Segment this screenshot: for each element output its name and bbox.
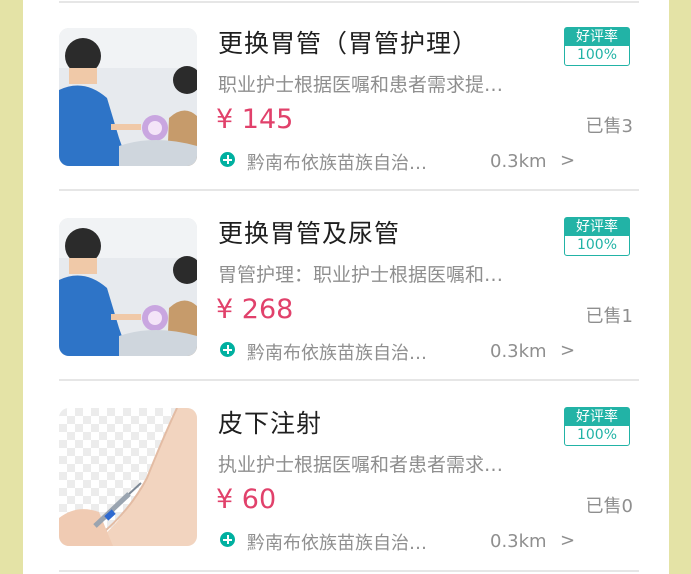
location-plus-icon xyxy=(220,152,235,167)
rating-badge-value: 100% xyxy=(576,237,618,253)
service-description: 职业护士根据医嘱和患者需求提… xyxy=(218,74,504,96)
service-description: 胃管护理：职业护士根据医嘱和… xyxy=(218,264,504,286)
rating-badge-label: 好评率 xyxy=(565,28,629,46)
service-title[interactable]: 皮下注射 xyxy=(218,404,322,440)
rating-badge: 好评率 100% xyxy=(564,407,630,446)
service-thumbnail[interactable] xyxy=(59,28,197,166)
service-distance: 0.3km xyxy=(490,151,547,172)
service-distance: 0.3km xyxy=(490,341,547,362)
service-price: ¥ 60 xyxy=(216,484,277,515)
divider xyxy=(59,570,639,572)
location-plus-icon xyxy=(220,342,235,357)
chevron-right-icon[interactable]: > xyxy=(560,340,575,361)
service-price: ¥ 145 xyxy=(216,104,294,135)
rating-badge-value: 100% xyxy=(576,427,618,443)
rating-badge-value: 100% xyxy=(576,47,618,63)
location-plus-icon xyxy=(220,532,235,547)
rating-badge-label: 好评率 xyxy=(565,218,629,236)
rating-badge-label: 好评率 xyxy=(565,408,629,426)
chevron-right-icon[interactable]: > xyxy=(560,150,575,171)
service-title[interactable]: 更换胃管及尿管 xyxy=(218,214,400,250)
service-location: 黔南布依族苗族自治… xyxy=(247,153,427,174)
service-card[interactable]: 皮下注射 执业护士根据医嘱和者患者需求… ¥ 60 黔南布依族苗族自治… 0.3… xyxy=(23,380,669,568)
service-thumbnail[interactable] xyxy=(59,218,197,356)
rating-badge: 好评率 100% xyxy=(564,27,630,66)
service-location: 黔南布依族苗族自治… xyxy=(247,533,427,554)
service-distance: 0.3km xyxy=(490,531,547,552)
rating-badge: 好评率 100% xyxy=(564,217,630,256)
sold-count: 已售1 xyxy=(585,306,633,327)
service-card[interactable]: 更换胃管及尿管 胃管护理：职业护士根据医嘱和… ¥ 268 黔南布依族苗族自治…… xyxy=(23,190,669,378)
service-description: 执业护士根据医嘱和者患者需求… xyxy=(218,454,504,476)
service-price: ¥ 268 xyxy=(216,294,294,325)
service-card[interactable]: 更换胃管（胃管护理） 职业护士根据医嘱和患者需求提… ¥ 145 黔南布依族苗族… xyxy=(23,0,669,188)
chevron-right-icon[interactable]: > xyxy=(560,530,575,551)
service-list: 更换胃管（胃管护理） 职业护士根据医嘱和患者需求提… ¥ 145 黔南布依族苗族… xyxy=(23,0,669,574)
sold-count: 已售3 xyxy=(585,116,633,137)
service-location: 黔南布依族苗族自治… xyxy=(247,343,427,364)
service-thumbnail[interactable] xyxy=(59,408,197,546)
service-title[interactable]: 更换胃管（胃管护理） xyxy=(218,24,478,60)
sold-count: 已售0 xyxy=(585,496,633,517)
